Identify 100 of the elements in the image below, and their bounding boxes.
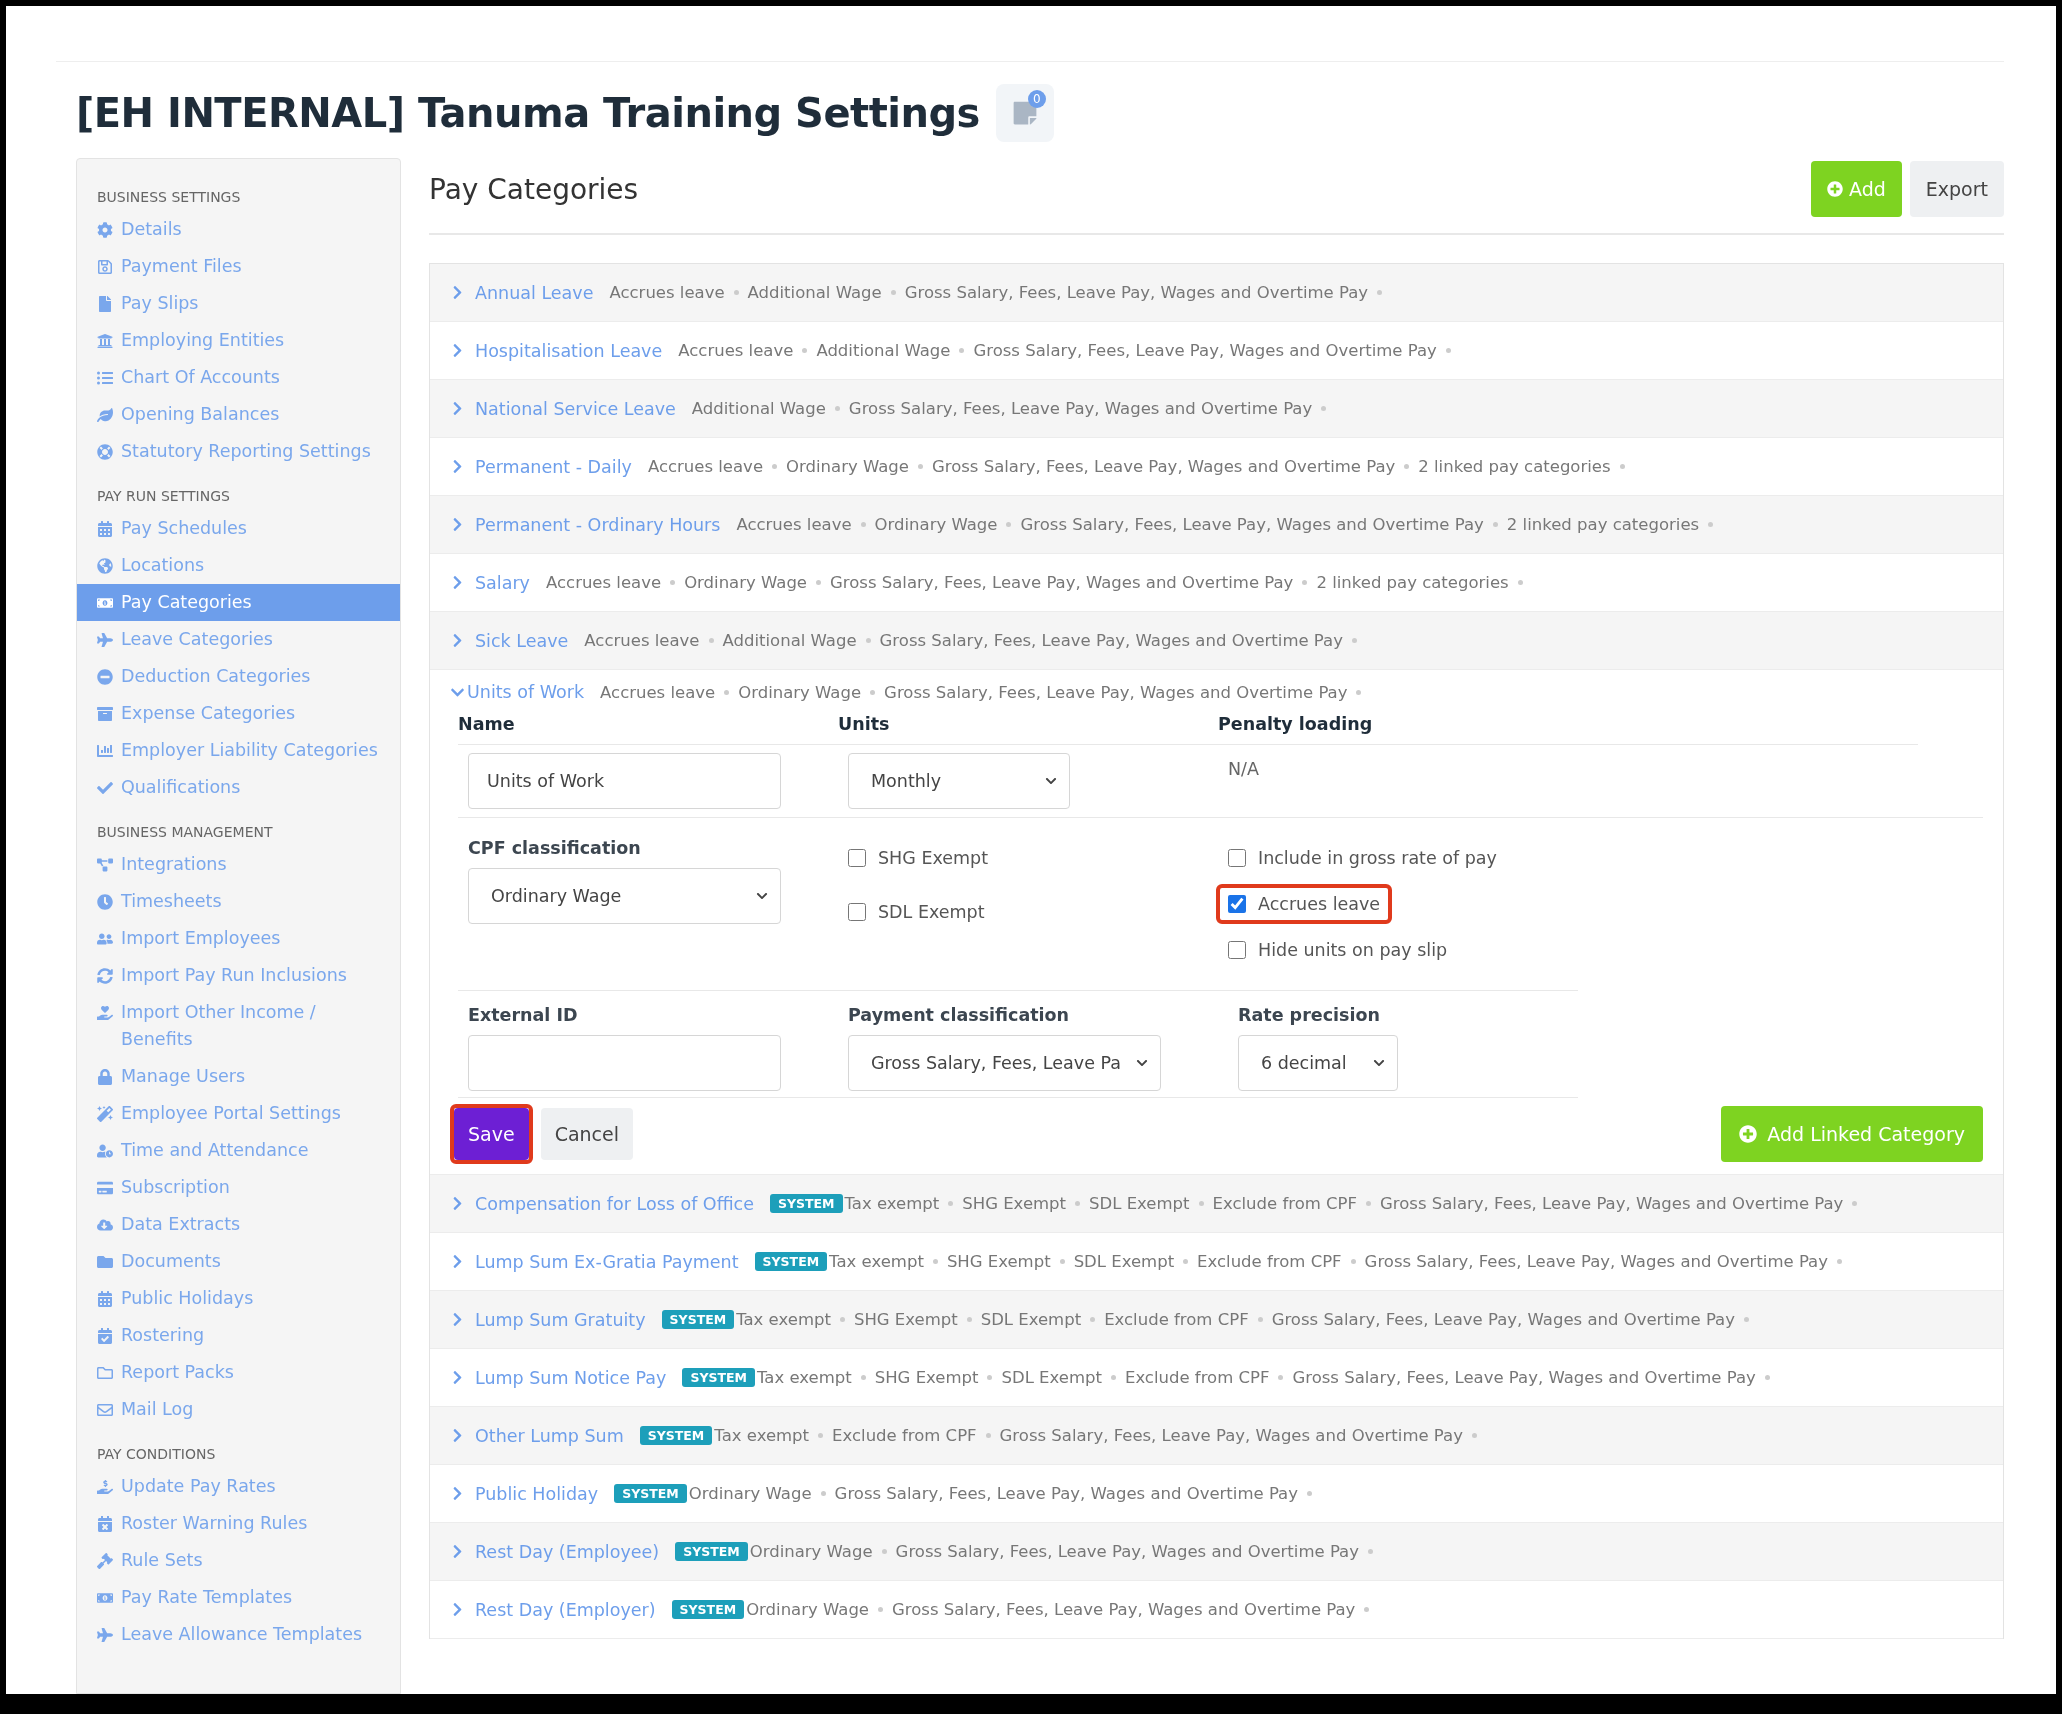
category-attribute: Gross Salary, Fees, Leave Pay, Wages and Overtime Pay: [1380, 1194, 1844, 1213]
sidebar-item[interactable]: Leave Allowance Templates: [77, 1616, 400, 1653]
system-tag: SYSTEM: [675, 1542, 748, 1561]
bullet-dot: [1708, 522, 1714, 527]
sidebar-item[interactable]: Pay Rate Templates: [77, 1579, 400, 1616]
category-link[interactable]: Annual Leave: [450, 282, 594, 303]
bullet-dot: [881, 1549, 887, 1554]
sidebar-item[interactable]: Rostering: [77, 1317, 400, 1354]
bullet-dot: [1764, 1375, 1770, 1380]
category-attribute: SHG Exempt: [962, 1194, 1067, 1213]
system-tag: SYSTEM: [754, 1252, 828, 1271]
sidebar-item[interactable]: Update Pay Rates: [77, 1468, 400, 1505]
sidebar-item[interactable]: Subscription: [77, 1169, 400, 1206]
sidebar-item[interactable]: Report Packs: [77, 1354, 400, 1391]
bullet-dot: [839, 1317, 845, 1322]
section-heading: PAY RUN SETTINGS: [96, 487, 231, 506]
sidebar-item[interactable]: Employee Portal Settings: [77, 1095, 400, 1132]
export-button[interactable]: Export: [1909, 161, 2004, 217]
category-attribute: Tax exempt: [829, 1252, 924, 1271]
name-input[interactable]: Units of Work: [468, 753, 781, 809]
notes-button[interactable]: 0: [995, 84, 1054, 142]
bullet-dot: [865, 638, 871, 643]
lock-icon: [97, 1069, 113, 1085]
sidebar-item[interactable]: Expense Categories: [77, 695, 400, 732]
sidebar-item[interactable]: Statutory Reporting Settings: [77, 433, 400, 470]
sidebar-item[interactable]: Rule Sets: [77, 1542, 400, 1579]
sidebar-item[interactable]: Integrations: [77, 846, 400, 883]
calendar-icon: [97, 1291, 113, 1307]
category-attribute: Exclude from CPF: [832, 1426, 977, 1445]
sidebar-item[interactable]: Chart Of Accounts: [77, 359, 400, 396]
bullet-dot: [870, 689, 876, 695]
clock-icon: [97, 894, 113, 910]
sidebar-item[interactable]: Pay Schedules: [77, 510, 400, 547]
bullet-dot: [890, 290, 896, 295]
bullet-dot: [724, 689, 730, 695]
sidebar-item[interactable]: Pay Categories: [77, 584, 400, 621]
sidebar-item[interactable]: Manage Users: [77, 1058, 400, 1095]
sidebar-item[interactable]: Employer Liability Categories: [77, 732, 400, 769]
chevron-icon: [1136, 1057, 1148, 1069]
sidebar-item-label: Time and Attendance: [121, 1139, 309, 1162]
sidebar-item[interactable]: Qualifications: [77, 769, 400, 806]
sidebar-item[interactable]: Leave Categories: [77, 621, 400, 658]
sidebar-item-label: Details: [121, 218, 182, 241]
system-tag: SYSTEM: [682, 1368, 755, 1387]
sidebar-item-label: Qualifications: [121, 776, 241, 799]
payment-classification-select[interactable]: Gross Salary, Fees, Leave Pa: [848, 1035, 1161, 1091]
bullet-dot: [1364, 1607, 1370, 1612]
checkbox[interactable]: [848, 903, 866, 921]
rate-precision-select[interactable]: 6 decimal: [1238, 1035, 1398, 1091]
checkbox[interactable]: [848, 849, 866, 867]
checkbox[interactable]: [1228, 941, 1246, 959]
category-name: Public Holiday: [475, 1483, 599, 1504]
bullet-dot: [670, 580, 676, 585]
sidebar-item[interactable]: Timesheets: [77, 883, 400, 920]
sidebar-item[interactable]: Opening Balances: [77, 396, 400, 433]
bullet-dot: [1257, 1317, 1263, 1322]
category-link[interactable]: Public Holiday: [450, 1483, 599, 1504]
sidebar-item[interactable]: Payment Files: [77, 248, 400, 285]
sidebar-item-label: Employing Entities: [121, 329, 285, 352]
sidebar-item[interactable]: Details: [77, 211, 400, 248]
sidebar-item[interactable]: Data Extracts: [77, 1206, 400, 1243]
sidebar-item[interactable]: Locations: [77, 547, 400, 584]
sidebar-item[interactable]: Deduction Categories: [77, 658, 400, 695]
category-attribute: SDL Exempt: [980, 1310, 1082, 1329]
cpf-select[interactable]: Ordinary Wage: [468, 868, 781, 924]
check-icon: [97, 780, 113, 796]
add-linked-category-button[interactable]: Add Linked Category: [1721, 1106, 1983, 1162]
bullet-dot: [1492, 522, 1498, 527]
field-label: Payment classification: [848, 1005, 1071, 1025]
sidebar-item[interactable]: Public Holidays: [77, 1280, 400, 1317]
bullet-dot: [708, 638, 714, 643]
checkbox[interactable]: [1228, 895, 1246, 913]
sidebar-item-label: Import Other Income / Benefits: [121, 1001, 317, 1051]
sidebar-item[interactable]: Import Pay Run Inclusions: [77, 957, 400, 994]
sidebar-item[interactable]: Mail Log: [77, 1391, 400, 1428]
bullet-dot: [878, 1607, 884, 1612]
checkbox-label: SHG Exempt: [878, 848, 989, 868]
sidebar-item[interactable]: Import Other Income / Benefits: [77, 994, 400, 1058]
category-attribute: Gross Salary, Fees, Leave Pay, Wages and Overtime Pay: [973, 341, 1437, 360]
sidebar-item-label: Employer Liability Categories: [121, 739, 378, 762]
category-link[interactable]: Sick Leave: [450, 630, 569, 651]
category-attribute: Exclude from CPF: [1197, 1252, 1342, 1271]
folder-icon: [97, 1254, 113, 1270]
sidebar-item[interactable]: Roster Warning Rules: [77, 1505, 400, 1542]
cancel-button[interactable]: Cancel: [540, 1108, 633, 1160]
checkbox[interactable]: [1228, 849, 1246, 867]
sidebar-item[interactable]: Import Employees: [77, 920, 400, 957]
sidebar-item[interactable]: Time and Attendance: [77, 1132, 400, 1169]
add-button[interactable]: Add: [1811, 161, 1902, 217]
sidebar-item[interactable]: Employing Entities: [77, 322, 400, 359]
user-clock-icon: [97, 1143, 113, 1159]
category-link[interactable]: Salary: [450, 572, 530, 593]
sidebar-item-label: Pay Rate Templates: [121, 1586, 293, 1609]
sidebar-item[interactable]: Pay Slips: [77, 285, 400, 322]
sidebar-item[interactable]: Documents: [77, 1243, 400, 1280]
external-id-input[interactable]: [468, 1035, 781, 1091]
category-attribute: Tax exempt: [844, 1194, 940, 1213]
bullet-dot: [1302, 580, 1308, 585]
save-button[interactable]: Save: [454, 1108, 529, 1160]
units-select[interactable]: Monthly: [848, 753, 1070, 809]
